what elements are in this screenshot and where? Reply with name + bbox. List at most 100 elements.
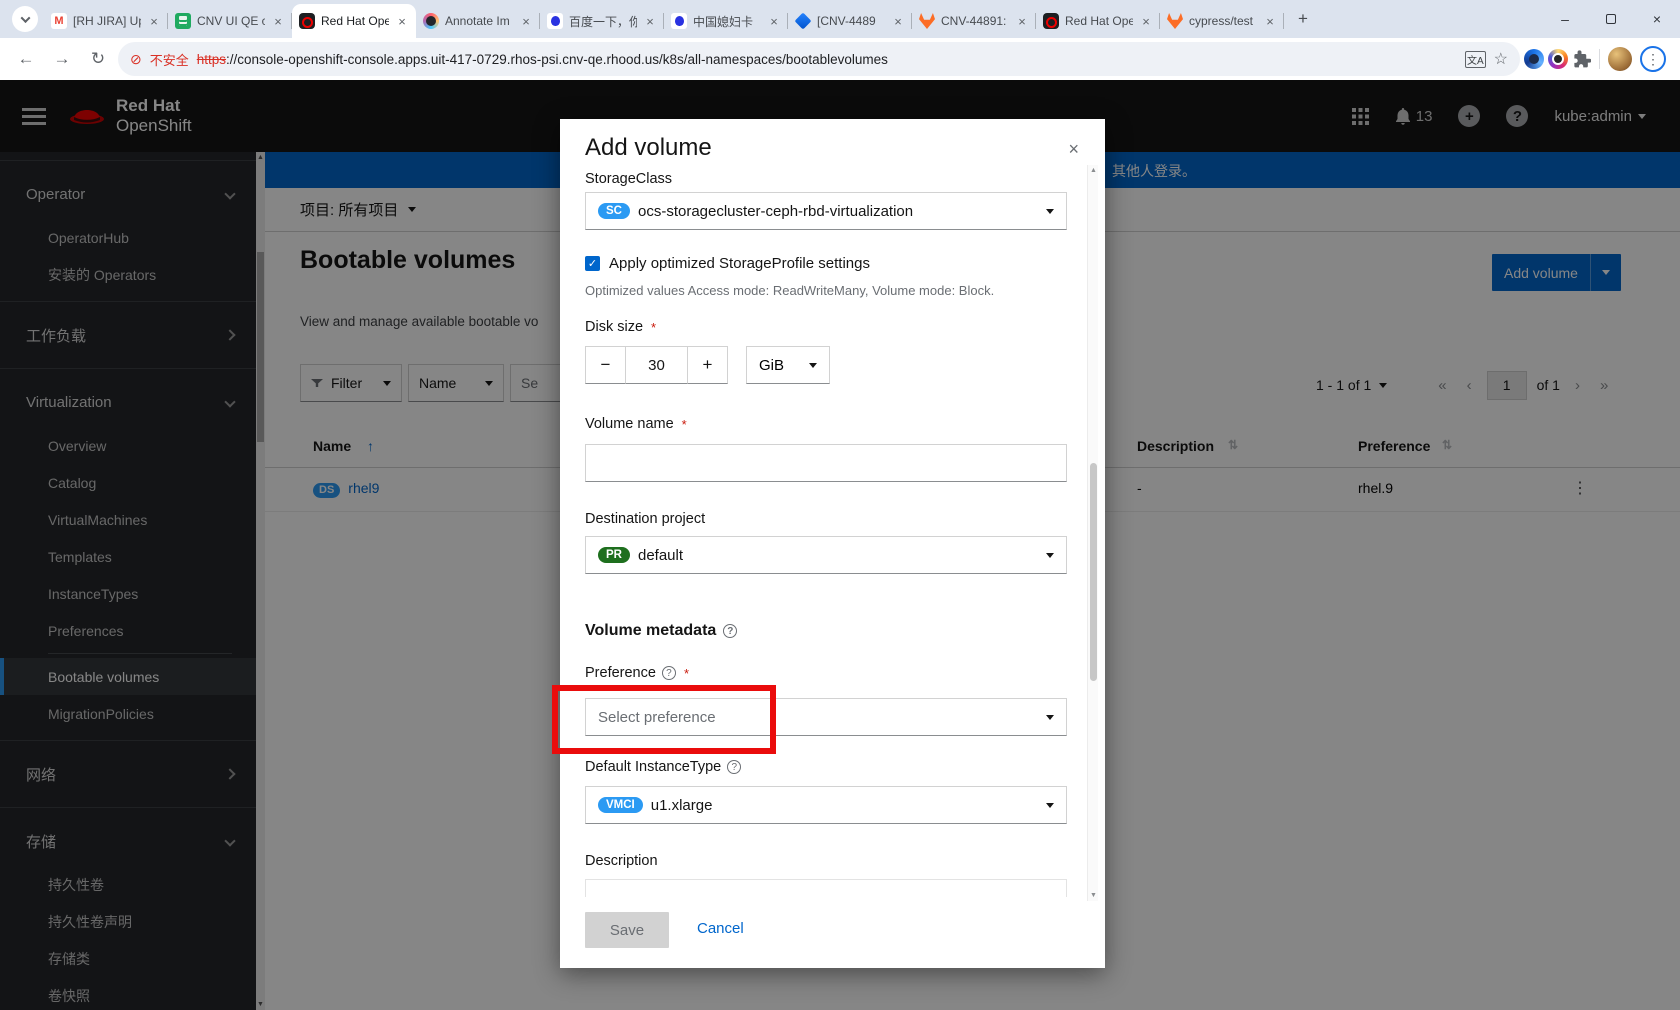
window-controls: – × (1542, 0, 1680, 38)
disk-size-stepper: − 30 + (585, 346, 728, 384)
scrollbar-thumb[interactable] (1090, 463, 1097, 681)
browser-tab[interactable]: [CNV-4489 × (788, 4, 912, 38)
extensions-puzzle-icon[interactable] (1572, 49, 1591, 69)
chevron-down-icon (1046, 552, 1054, 558)
modal-scrollbar[interactable]: ▲ ▼ (1087, 165, 1098, 901)
baidu-favicon (547, 13, 563, 29)
reload-button[interactable]: ↻ (82, 43, 114, 75)
tab-close-icon[interactable]: × (767, 14, 781, 29)
browser-tab[interactable]: cypress/test × (1160, 4, 1284, 38)
tab-strip-tabs: [RH JIRA] Up×CNV UI QE c×Red Hat Ope×Ann… (44, 0, 1284, 38)
browser-tab[interactable]: CNV-44891: × (912, 4, 1036, 38)
address-bar[interactable]: ⊘ 不安全 https://console-openshift-console.… (118, 42, 1520, 76)
tab-title: cypress/test (1189, 14, 1254, 28)
browser-chrome: [RH JIRA] Up×CNV UI QE c×Red Hat Ope×Ann… (0, 0, 1680, 80)
back-button[interactable]: ← (10, 43, 42, 75)
openshift-favicon (1043, 13, 1059, 29)
volume-name-input[interactable] (585, 444, 1067, 482)
browser-tab[interactable]: Annotate Im × (416, 4, 540, 38)
storageclass-label: StorageClass (585, 171, 673, 187)
apply-optimized-label: Apply optimized StorageProfile settings (609, 255, 870, 272)
new-tab-button[interactable]: + (1290, 6, 1316, 32)
optimized-values-note: Optimized values Access mode: ReadWriteM… (585, 283, 995, 298)
apply-optimized-checkbox-row: ✓ Apply optimized StorageProfile setting… (585, 255, 870, 272)
tab-close-icon[interactable]: × (395, 14, 409, 29)
forward-button[interactable]: → (46, 43, 78, 75)
url-text: https://console-openshift-console.apps.u… (196, 51, 888, 67)
help-icon[interactable]: ? (723, 624, 738, 638)
description-textarea[interactable] (585, 879, 1067, 897)
scroll-up-icon[interactable]: ▲ (1088, 167, 1099, 174)
bookmark-star-icon[interactable]: ☆ (1494, 49, 1508, 69)
instancetype-badge: VMCI (598, 797, 643, 813)
project-badge: PR (598, 547, 630, 563)
minimize-button[interactable]: – (1542, 0, 1588, 38)
help-icon[interactable]: ? (661, 666, 676, 680)
checkbox-checked-icon[interactable]: ✓ (585, 256, 600, 271)
scroll-down-icon[interactable]: ▼ (1088, 892, 1099, 899)
plus-button[interactable]: + (687, 346, 728, 384)
destination-project-select[interactable]: PR default (585, 536, 1067, 574)
close-window-button[interactable]: × (1634, 0, 1680, 38)
description-label: Description (585, 853, 658, 869)
add-volume-modal: Add volume × StorageClass SC ocs-storage… (560, 119, 1105, 968)
tab-close-icon[interactable]: × (891, 14, 905, 29)
tab-close-icon[interactable]: × (1139, 14, 1153, 29)
profile-avatar[interactable] (1608, 47, 1632, 71)
tab-close-icon[interactable]: × (1263, 14, 1277, 29)
disk-size-value[interactable]: 30 (626, 346, 687, 384)
chevron-down-icon (20, 12, 30, 23)
tab-close-icon[interactable]: × (643, 14, 657, 29)
storageclass-badge: SC (598, 203, 630, 219)
disk-unit-select[interactable]: GiB (746, 346, 830, 384)
browser-tab[interactable]: 中国媳妇卡 × (664, 4, 788, 38)
modal-title: Add volume (585, 134, 712, 161)
tab-close-icon[interactable]: × (519, 14, 533, 29)
tab-title: CNV UI QE c (197, 14, 265, 28)
browser-tab[interactable]: Red Hat Ope × (1036, 4, 1160, 38)
volume-name-label: Volume name * (585, 416, 687, 432)
browser-tab[interactable]: Red Hat Ope × (292, 4, 416, 38)
tab-close-icon[interactable]: × (147, 14, 161, 29)
red-highlight-annotation (552, 685, 776, 754)
cancel-button[interactable]: Cancel (697, 920, 744, 937)
maximize-icon (1606, 14, 1616, 24)
not-secure-icon: ⊘ (130, 50, 142, 67)
destination-project-label: Destination project (585, 511, 706, 527)
browser-menu-button[interactable]: ⋮ (1640, 46, 1666, 72)
help-icon[interactable]: ? (727, 760, 742, 774)
tab-title: Annotate Im (445, 14, 510, 28)
storageclass-select[interactable]: SC ocs-storagecluster-ceph-rbd-virtualiz… (585, 192, 1067, 230)
extension-icon[interactable] (1524, 49, 1544, 69)
preference-label: Preference ? * (585, 665, 689, 681)
tab-title: Red Hat Ope (321, 14, 389, 28)
tab-title: 中国媳妇卡 (693, 14, 754, 29)
extension-camera-icon[interactable] (1548, 49, 1568, 69)
tab-search-button[interactable] (12, 6, 38, 32)
default-instancetype-label: Default InstanceType ? (585, 759, 742, 775)
chevron-down-icon (1046, 714, 1054, 720)
not-secure-badge: 不安全 (149, 52, 189, 68)
tab-close-icon[interactable]: × (271, 14, 285, 29)
openshift-favicon (299, 13, 315, 29)
tab-title: 百度一下，你 (569, 14, 637, 29)
maximize-button[interactable] (1588, 0, 1634, 38)
tab-close-icon[interactable]: × (1015, 14, 1029, 29)
translate-icon[interactable]: 文A (1464, 50, 1486, 68)
browser-tab[interactable]: [RH JIRA] Up × (44, 4, 168, 38)
baidu-favicon (671, 13, 687, 29)
browser-tab[interactable]: 百度一下，你 × (540, 4, 664, 38)
minus-button[interactable]: − (585, 346, 626, 384)
save-button[interactable]: Save (585, 912, 669, 948)
chevron-down-icon (1046, 208, 1054, 214)
gitlab-favicon (1167, 13, 1183, 29)
tab-title: Red Hat Ope (1065, 14, 1133, 28)
tab-strip: [RH JIRA] Up×CNV UI QE c×Red Hat Ope×Ann… (0, 0, 1680, 38)
browser-navbar: ← → ↻ ⊘ 不安全 https://console-openshift-co… (0, 38, 1680, 80)
annotate-favicon (423, 13, 439, 29)
default-instancetype-select[interactable]: VMCI u1.xlarge (585, 786, 1067, 824)
sheets-favicon (175, 13, 191, 29)
close-icon[interactable]: × (1068, 139, 1079, 160)
browser-tab[interactable]: CNV UI QE c × (168, 4, 292, 38)
gmail-favicon (51, 13, 67, 29)
